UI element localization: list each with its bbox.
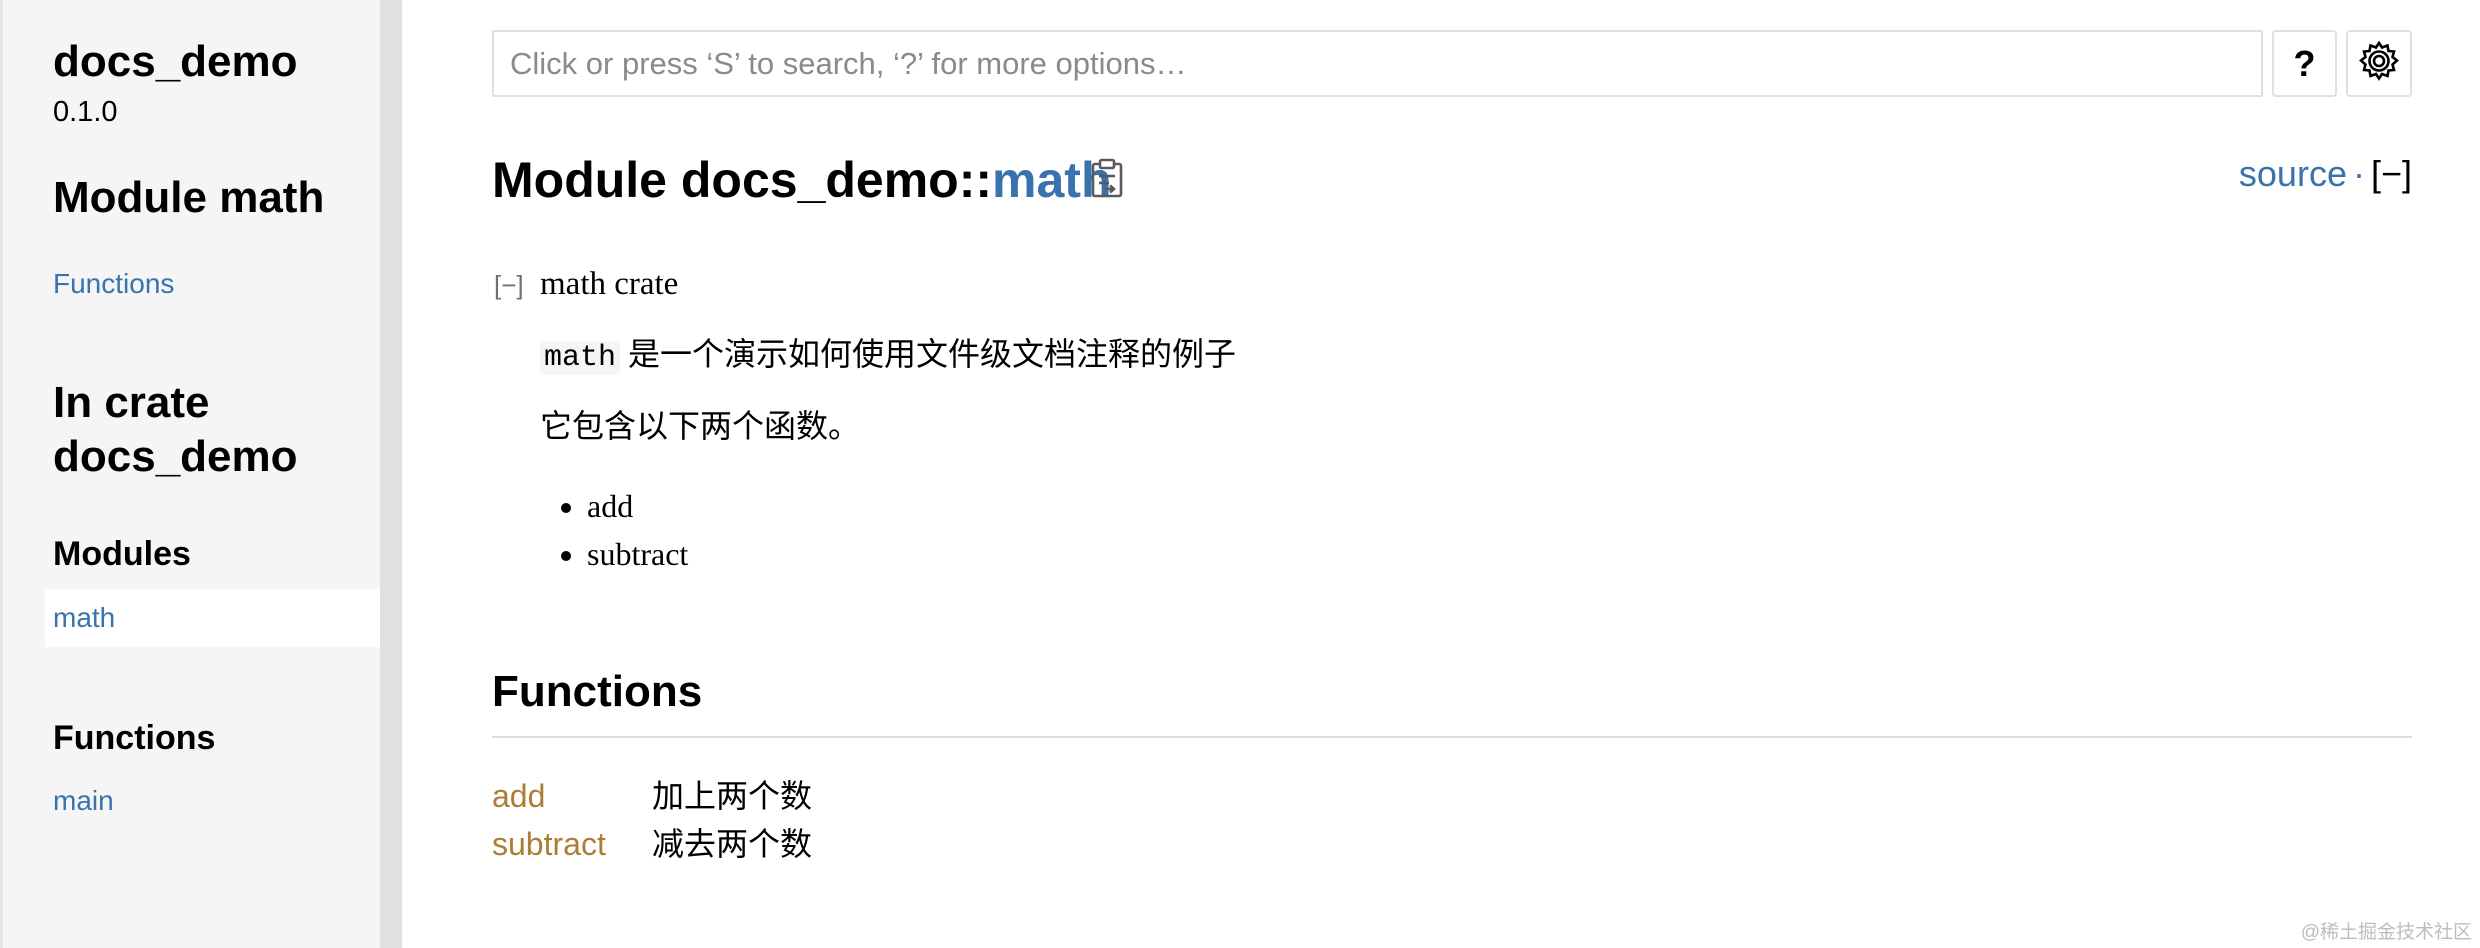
sidebar-link-functions[interactable]: Functions — [53, 264, 174, 304]
sidebar-item-main[interactable]: main — [53, 781, 114, 821]
list-item: subtract — [587, 530, 688, 578]
crate-name[interactable]: docs_demo — [53, 34, 298, 90]
functions-item-table: add 加上两个数 subtract 减去两个数 — [492, 772, 812, 868]
copy-path-button[interactable] — [1085, 156, 1129, 204]
sidebar-item-math[interactable]: math — [53, 598, 115, 638]
sidebar: docs_demo 0.1.0 Module math Functions In… — [0, 0, 383, 948]
doc-paragraph-1: math 是一个演示如何使用文件级文档注释的例子 — [540, 332, 1236, 380]
gear-icon — [2357, 39, 2401, 88]
doc-bullet-list: add subtract — [540, 482, 688, 578]
table-row: add 加上两个数 — [492, 772, 812, 820]
search-input[interactable] — [492, 30, 2263, 97]
table-row: subtract 减去两个数 — [492, 820, 812, 868]
function-link-subtract[interactable]: subtract — [492, 820, 652, 868]
crate-version: 0.1.0 — [53, 96, 118, 128]
doc-summary: math crate — [540, 266, 679, 302]
function-desc-add: 加上两个数 — [652, 778, 813, 814]
toggle-docs-button[interactable]: [−] — [494, 268, 524, 302]
function-desc-subtract: 减去两个数 — [652, 826, 813, 862]
clipboard-icon — [1090, 158, 1124, 203]
out-of-band-links: source · [−] — [2239, 150, 2412, 198]
doc-paragraph-2: 它包含以下两个函数。 — [540, 408, 861, 444]
help-button[interactable]: ? — [2272, 30, 2337, 97]
sidebar-resizer[interactable] — [380, 0, 402, 948]
doc-paragraph-1-text: 是一个演示如何使用文件级文档注释的例子 — [620, 336, 1237, 372]
sidebar-in-crate-heading[interactable]: In crate docs_demo — [53, 376, 373, 484]
source-link[interactable]: source — [2239, 153, 2347, 194]
list-item: add — [587, 482, 688, 530]
watermark: @稀土掘金技术社区 — [2300, 922, 2472, 943]
sidebar-module-heading[interactable]: Module math — [53, 170, 324, 226]
separator-dot: · — [2352, 153, 2365, 194]
page-title-prefix: Module docs_demo:: — [492, 152, 993, 208]
function-link-add[interactable]: add — [492, 772, 652, 820]
settings-button[interactable] — [2346, 30, 2412, 97]
collapse-all-toggle[interactable]: [−] — [2371, 153, 2412, 194]
inline-code-math: math — [540, 341, 621, 375]
sidebar-modules-heading[interactable]: Modules — [53, 530, 191, 578]
functions-section-heading[interactable]: Functions — [492, 660, 2412, 738]
page-title: Module docs_demo::math — [492, 148, 1112, 212]
sidebar-functions-heading[interactable]: Functions — [53, 714, 215, 762]
